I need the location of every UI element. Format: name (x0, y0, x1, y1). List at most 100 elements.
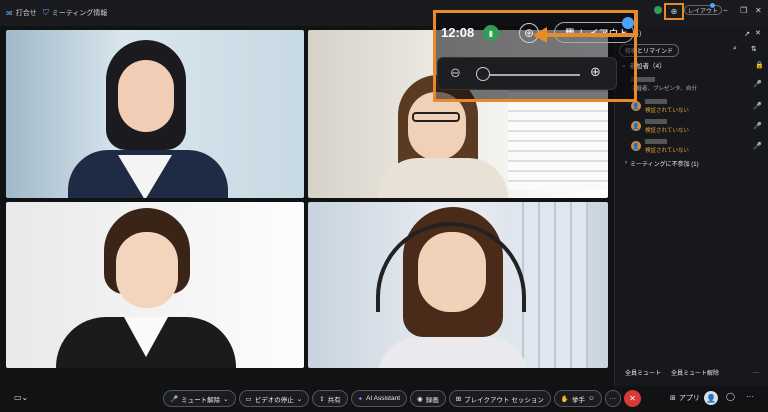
avatar: 👤 (631, 141, 641, 151)
participant-row[interactable]: 👤 検証されていない 🎤 (615, 96, 768, 116)
mute-all-button[interactable]: 全員ミュート (625, 368, 661, 377)
verification-status: 検証されていない (645, 127, 689, 134)
mic-muted-icon[interactable]: 🎤 (753, 80, 762, 88)
layout-button[interactable]: レイアウト (684, 5, 723, 15)
headset (376, 222, 526, 312)
notification-dot (622, 17, 634, 29)
callout-arrow-shaft (546, 33, 636, 37)
zoom-slider-track[interactable] (480, 74, 580, 76)
menu-meeting[interactable]: ✉ 打合せ (6, 8, 37, 18)
participants-panel: 者（4） ↗ ✕ 待機とリマインド ⌕ ⇅ ⌄ 参加者（4） 🔒 主催者、プレゼ… (614, 26, 768, 386)
zoom-in-icon: ⊕ (670, 7, 678, 16)
close-panel-icon[interactable]: ✕ (755, 29, 761, 37)
leave-button[interactable]: ✕ (624, 390, 642, 407)
participant-face (118, 60, 174, 132)
participant-blouse (378, 158, 508, 198)
mic-muted-icon[interactable]: 🎤 (753, 142, 762, 150)
ai-assistant-button[interactable]: ✦ AI Assistant (350, 390, 408, 407)
mic-muted-icon[interactable]: 🎤 (753, 122, 762, 130)
notification-dot (710, 3, 715, 8)
share-icon: ⇪ (319, 395, 325, 403)
verification-status: 検証されていない (645, 107, 689, 114)
avatar: 👤 (631, 121, 641, 131)
captions-icon[interactable]: ▭⌄ (14, 393, 28, 402)
glasses (412, 112, 460, 122)
lock-icon: 🔒 (755, 62, 764, 69)
video-tile-4[interactable] (308, 202, 608, 368)
participants-group[interactable]: ⌄ 参加者（4） 🔒 (615, 58, 768, 72)
unmute-button[interactable]: 🎤 ミュート解除 ⌄ (163, 390, 236, 407)
raise-hand-button[interactable]: ✋ 挙手 ☺ (553, 390, 602, 407)
apps-icon: ⊞ (670, 395, 676, 402)
chevron-down-icon: ⌄ (223, 395, 229, 403)
zoom-slider-thumb[interactable] (476, 67, 490, 81)
breakout-button[interactable]: ⊞ ブレイクアウト セッション (448, 390, 551, 407)
participant-name-redacted (645, 98, 667, 104)
video-tile-1[interactable] (6, 30, 304, 198)
record-icon: ◉ (417, 395, 423, 403)
button-label: ミュート解除 (181, 396, 221, 404)
button-label: ビデオの停止 (254, 396, 294, 404)
more-icon[interactable]: ··· (746, 392, 754, 401)
participants-icon[interactable]: 👤 (704, 391, 718, 405)
close-icon: ✕ (629, 394, 636, 403)
participant-row[interactable]: 主催者、プレゼンタ、自分 🎤 (615, 72, 768, 96)
menu-meeting-info[interactable]: ⛉ ミーティング情報 (43, 8, 108, 18)
zoom-out-icon[interactable]: ⊖ (450, 65, 461, 81)
chevron-down-icon: ⌄ (296, 395, 303, 403)
more-button[interactable]: ··· (604, 390, 622, 407)
menu-label: ミーティング情報 (51, 10, 108, 17)
group-label: ミーティングに不参加 (1) (630, 161, 699, 168)
apps-button[interactable]: ⊞ アプリ (670, 393, 700, 403)
hand-icon: ✋ (560, 395, 569, 403)
mic-muted-icon[interactable]: 🎤 (753, 102, 762, 110)
not-joined-group[interactable]: › ミーティングに不参加 (1) (615, 156, 768, 170)
zoom-slider-popup: ⊖ ⊕ (437, 57, 617, 90)
reaction-icon: ☺ (587, 395, 595, 402)
participant-blouse (378, 337, 528, 368)
participant-row[interactable]: 👤 検証されていない 🎤 (615, 116, 768, 136)
verification-status: 検証されていない (645, 147, 689, 154)
network-icon: ▮ (483, 25, 499, 41)
avatar: 👤 (631, 101, 641, 111)
meeting-clock: 12:08 (441, 25, 475, 40)
more-options-button[interactable]: ··· (753, 370, 759, 376)
mic-muted-icon: 🎤 (170, 395, 179, 403)
minimize-icon[interactable]: − (723, 6, 728, 15)
close-icon[interactable]: ✕ (755, 6, 762, 15)
control-bar: ▭⌄ 🎤 ミュート解除 ⌄ ▭ ビデオの停止 ⌄ ⇪ 共有 ✦ AI Assistant ◉… (0, 386, 768, 412)
participant-name-redacted (645, 118, 667, 124)
button-label: AI Assistant (366, 395, 401, 402)
maximize-icon[interactable]: ❐ (740, 6, 747, 15)
button-label: 挙手 (571, 396, 585, 404)
sort-icon[interactable]: ⇅ (751, 45, 757, 53)
button-label: 録画 (425, 396, 439, 404)
callout-connector (634, 10, 638, 37)
video-tile-3[interactable] (6, 202, 304, 368)
zoom-in-icon[interactable]: ⊕ (590, 64, 601, 80)
share-button[interactable]: ⇪ 共有 (312, 390, 348, 407)
button-label: 共有 (327, 396, 341, 404)
chat-icon: ✉ (6, 8, 13, 18)
stop-video-button[interactable]: ▭ ビデオの停止 ⌄ (238, 390, 310, 407)
participant-role: 主催者、プレゼンタ、自分 (631, 85, 697, 92)
network-icon (654, 6, 662, 14)
menu-label: 打合せ (15, 10, 37, 17)
controls-group: 🎤 ミュート解除 ⌄ ▭ ビデオの停止 ⌄ ⇪ 共有 ✦ AI Assistant ◉ 録画 … (163, 390, 642, 407)
record-button[interactable]: ◉ 録画 (410, 390, 446, 407)
chevron-right-icon: › (625, 160, 627, 166)
button-label: ブレイクアウト セッション (464, 396, 544, 404)
search-icon[interactable]: ⌕ (733, 45, 737, 53)
unmute-all-button[interactable]: 全員ミュート解除 (671, 368, 719, 377)
participant-face (408, 92, 466, 160)
shield-icon: ⛉ (42, 8, 49, 17)
participant-name-redacted (645, 138, 667, 144)
chat-icon[interactable]: ◯ (726, 392, 735, 401)
button-label: アプリ (678, 395, 700, 402)
zoom-button[interactable]: ⊕ (664, 3, 684, 20)
popout-icon[interactable]: ↗ (744, 30, 750, 38)
participant-face (116, 232, 178, 308)
participant-row[interactable]: 👤 検証されていない 🎤 (615, 136, 768, 156)
more-icon: ··· (609, 395, 617, 402)
title-bar: ✉ 打合せ ⛉ ミーティング情報 ⊕ レイアウト − ❐ ✕ (0, 0, 768, 26)
